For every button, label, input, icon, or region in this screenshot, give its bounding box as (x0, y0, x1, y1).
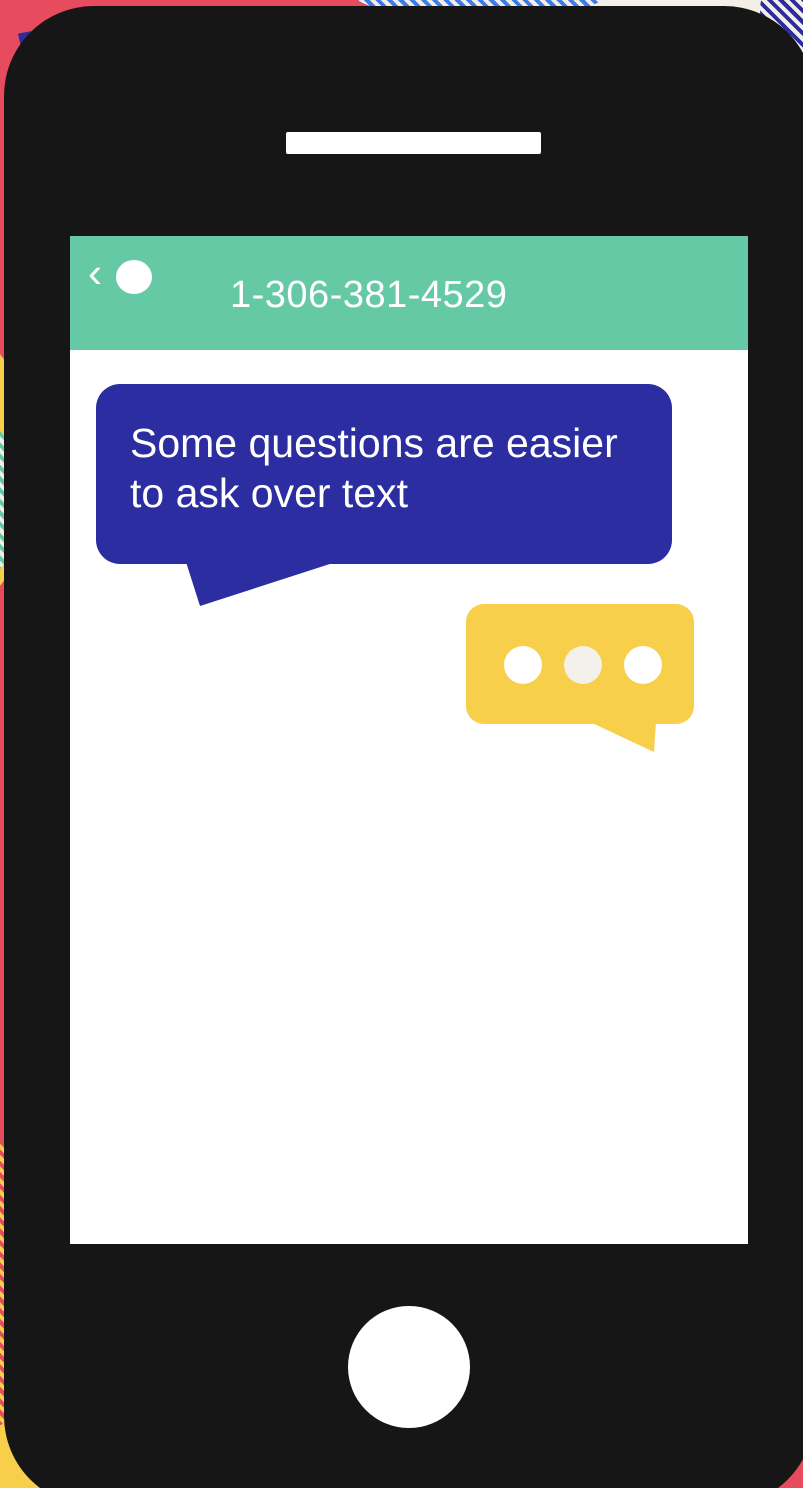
incoming-bubble-tail (186, 562, 336, 606)
contact-phone-number: 1-306-381-4529 (230, 274, 508, 316)
typing-bubble-tail (590, 722, 656, 752)
chat-header: ‹ 1-306-381-4529 (70, 236, 748, 350)
incoming-message-text: Some questions are easier to ask over te… (130, 420, 618, 516)
illustration-canvas: ‹ 1-306-381-4529 Some questions are easi… (0, 0, 803, 1488)
avatar (116, 260, 152, 294)
incoming-message-bubble: Some questions are easier to ask over te… (96, 384, 672, 564)
home-button[interactable] (348, 1306, 470, 1428)
phone-screen: ‹ 1-306-381-4529 Some questions are easi… (70, 236, 748, 1244)
phone-speaker (286, 132, 541, 154)
typing-dot-icon (504, 646, 542, 684)
chevron-left-icon[interactable]: ‹ (88, 252, 102, 294)
typing-dot-icon (624, 646, 662, 684)
typing-dot-icon (564, 646, 602, 684)
